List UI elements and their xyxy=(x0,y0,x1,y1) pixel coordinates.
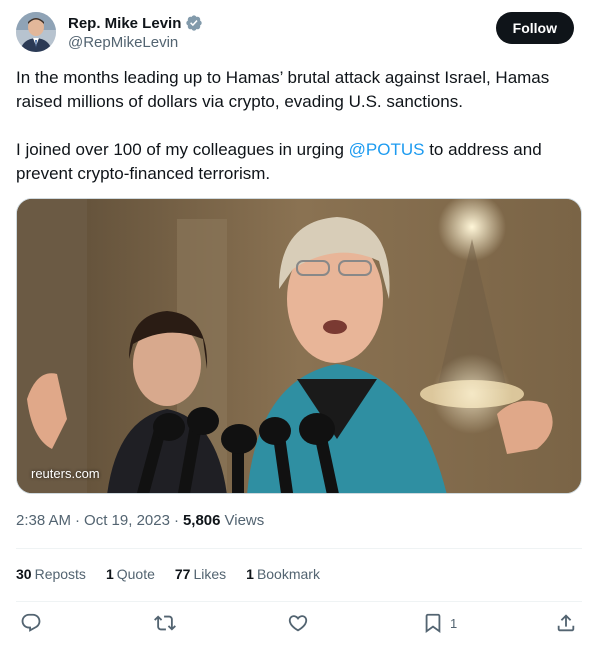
tweet-text-segment: I joined over 100 of my colleagues in ur… xyxy=(16,140,349,159)
bookmark-label: Bookmark xyxy=(256,566,320,582)
bookmark-icon xyxy=(425,613,441,634)
tweet-media[interactable]: reuters.com xyxy=(16,198,582,494)
reply-button[interactable] xyxy=(20,612,42,634)
tweet-paragraph-1: In the months leading up to Hamas’ bruta… xyxy=(16,68,550,111)
bookmarks-stat[interactable]: 1 Bookmark xyxy=(246,566,320,582)
divider xyxy=(16,601,582,602)
like-button[interactable] xyxy=(287,612,309,634)
views-count[interactable]: 5,806 xyxy=(183,512,221,529)
action-bar: 1 xyxy=(16,612,582,640)
media-source-label: reuters.com xyxy=(31,466,100,481)
bookmark-count: 1 xyxy=(246,566,254,582)
tweet-header: Rep. Mike Levin @RepMikeLevin Follow xyxy=(16,12,582,56)
views-label: Views xyxy=(224,512,265,529)
reposts-count: 30 xyxy=(16,566,32,582)
tweet-paragraph-2: I joined over 100 of my colleagues in ur… xyxy=(16,138,582,186)
verified-badge-icon[interactable] xyxy=(185,14,203,32)
follow-button[interactable]: Follow xyxy=(495,12,574,44)
share-button[interactable] xyxy=(555,612,577,634)
author-handle[interactable]: @RepMikeLevin xyxy=(68,34,203,51)
reply-icon xyxy=(21,613,41,632)
tweet-text: In the months leading up to Hamas’ bruta… xyxy=(16,66,582,186)
author-info: Rep. Mike Levin @RepMikeLevin xyxy=(68,13,203,51)
like-icon xyxy=(288,615,308,632)
bookmark-button[interactable]: 1 xyxy=(422,612,457,634)
repost-icon xyxy=(154,615,176,631)
share-icon xyxy=(557,614,575,632)
avatar-image xyxy=(16,12,56,52)
likes-count: 77 xyxy=(174,566,191,582)
quote-count: 1 xyxy=(105,566,114,582)
name-row: Rep. Mike Levin xyxy=(68,13,203,33)
bookmark-action-count: 1 xyxy=(450,615,458,631)
reposts-stat[interactable]: 30 Reposts xyxy=(16,566,86,582)
tweet-meta: 2:38 AM · Oct 19, 2023 · 5,806 Views xyxy=(16,512,264,529)
likes-stat[interactable]: 77 Likes xyxy=(175,566,226,582)
avatar[interactable] xyxy=(16,12,56,52)
tweet-date[interactable]: Oct 19, 2023 xyxy=(84,512,170,529)
repost-button[interactable] xyxy=(154,612,176,634)
divider xyxy=(16,548,582,549)
engagement-stats: 30 Reposts 1 Quote 77 Likes 1 Bookmark xyxy=(16,566,320,582)
meta-separator: · xyxy=(75,512,81,529)
tweet-time[interactable]: 2:38 AM xyxy=(16,512,71,529)
quotes-stat[interactable]: 1 Quote xyxy=(106,566,155,582)
mention-link[interactable]: @POTUS xyxy=(349,140,425,159)
author-name[interactable]: Rep. Mike Levin xyxy=(68,15,181,32)
reposts-label: Reposts xyxy=(34,566,86,582)
likes-label: Likes xyxy=(193,566,227,582)
media-photo xyxy=(17,199,581,493)
meta-separator: · xyxy=(173,512,179,529)
quote-label: Quote xyxy=(116,566,155,582)
